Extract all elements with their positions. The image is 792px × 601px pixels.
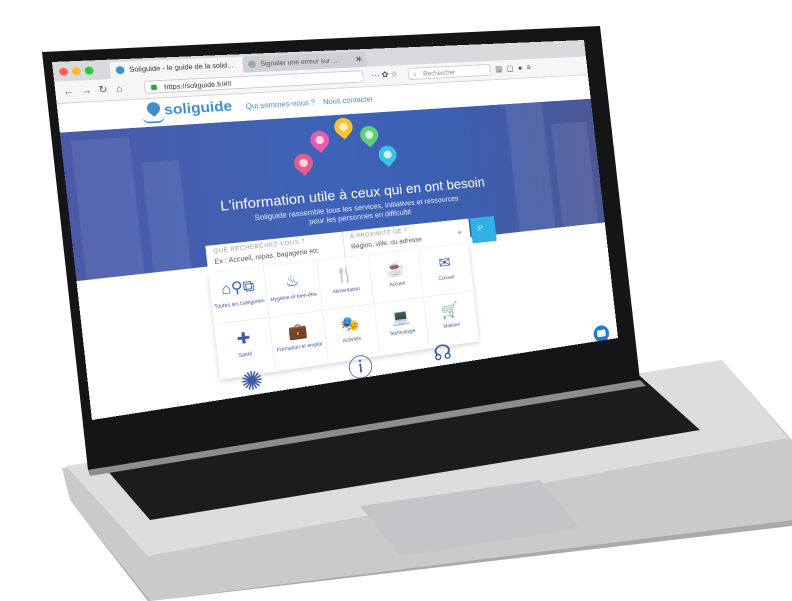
home-icon[interactable]: ⌂ (115, 82, 123, 96)
nav-link-contact[interactable]: Nous contacter (323, 95, 374, 106)
category-label: Hygiène et bien-être (270, 292, 318, 303)
cyan-category-pin-icon (375, 142, 401, 168)
first-aid-icon: ✚ (235, 328, 252, 348)
fork-knife-icon: 🍴 (334, 265, 355, 284)
nav-link-about[interactable]: Qui sommes-nous ? (245, 98, 315, 110)
logo-pin-icon (144, 99, 163, 117)
yellow-category-pin-icon (330, 114, 357, 140)
window-controls (58, 66, 107, 77)
category-label: Toutes les catégories (214, 298, 265, 311)
shower-icon: ♨ (284, 271, 301, 291)
category-welcome[interactable]: ☕ Accueil (368, 249, 424, 304)
cart-icon: 🛒 (440, 301, 460, 320)
all-categories-icon: ⌂⚲⧉ (220, 276, 256, 298)
category-label: Conseil (438, 275, 455, 282)
category-label: Activités (342, 336, 362, 344)
search-icon: ⌕ (476, 220, 485, 235)
url-text: https://soliguide.fr/#!/ (163, 80, 232, 92)
tab-label: Soliguide - le guide de la solid... (128, 61, 234, 74)
helping-hand-icon: ☊ (432, 339, 453, 366)
soliguide-page: soliguide Qui sommes-nous ? Nous contact… (56, 74, 618, 420)
category-label: Technologie (389, 328, 416, 338)
soliguide-favicon (115, 66, 125, 75)
search-placeholder: Rechercher (422, 68, 456, 78)
site-logo[interactable]: soliguide (163, 98, 233, 119)
forward-arrow-icon[interactable]: → (80, 83, 93, 98)
toolbar-icons[interactable]: ▥▢●≡ (495, 63, 536, 76)
category-all[interactable]: ⌂⚲⧉ Toutes les catégories (208, 267, 270, 325)
browser-search-input[interactable]: ⌕ Rechercher (407, 64, 492, 80)
category-label: Matériel (443, 322, 461, 330)
laptop-icon: 💻 (390, 307, 411, 327)
chat-button[interactable] (592, 324, 610, 344)
browser-screen: Soliguide - le guide de la solid... ✕ Si… (52, 40, 618, 420)
page-actions[interactable]: ··· ✿ ☆ (371, 69, 399, 83)
info-pin-icon: ⓘ (346, 353, 375, 384)
envelope-icon: ✉ (437, 254, 452, 272)
geolocate-icon[interactable]: ⌖ (456, 226, 463, 238)
category-equipment[interactable]: 🛒 Matériel (424, 291, 477, 345)
tab-label: Signaler une erreur sur ... (259, 56, 338, 68)
green-category-pin-icon (356, 122, 382, 148)
back-arrow-icon[interactable]: ← (63, 84, 75, 99)
close-window-button[interactable] (58, 67, 69, 77)
page-favicon (247, 60, 257, 69)
maximize-window-button[interactable] (84, 66, 94, 75)
reload-icon[interactable]: ↻ (98, 83, 108, 98)
category-label: Formation et emploi (276, 341, 323, 354)
logo-hand-icon (142, 115, 166, 124)
category-label: Santé (238, 351, 253, 359)
building-backdrop (505, 101, 556, 232)
red-category-pin-icon (290, 150, 317, 176)
lock-icon (150, 84, 158, 91)
minimize-window-button[interactable] (71, 67, 82, 76)
pink-category-pin-icon (306, 127, 333, 153)
network-icon: ✺ (239, 365, 265, 398)
search-icon: ⌕ (412, 70, 418, 79)
category-advice[interactable]: ✉ Conseil (418, 244, 472, 298)
category-label: Alimentation (332, 286, 361, 296)
category-training[interactable]: 💼 Formation et emploi (269, 310, 329, 369)
theatre-masks-icon: 🎭 (339, 314, 361, 334)
search-button[interactable]: ⌕ (469, 215, 497, 244)
category-hygiene[interactable]: ♨ Hygiène et bien-être (263, 261, 323, 318)
briefcase-icon: 💼 (287, 321, 309, 341)
category-label: Accueil (389, 281, 406, 289)
coffee-cup-icon: ☕ (385, 259, 406, 278)
category-food[interactable]: 🍴 Alimentation (317, 255, 375, 311)
category-technology[interactable]: 💻 Technologie (374, 297, 430, 353)
